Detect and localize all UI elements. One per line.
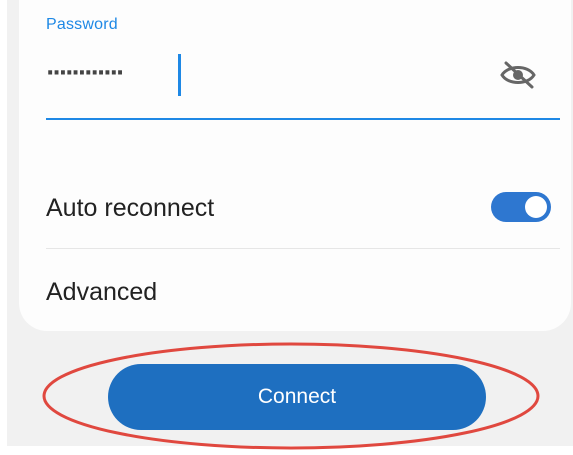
- password-underline: [46, 118, 560, 120]
- divider: [46, 248, 560, 249]
- auto-reconnect-row[interactable]: Auto reconnect: [46, 180, 560, 238]
- advanced-label: Advanced: [46, 278, 158, 306]
- network-settings-card: Password ············ Auto reconnect Adv…: [19, 0, 571, 331]
- eye-off-icon[interactable]: [496, 53, 540, 97]
- auto-reconnect-toggle[interactable]: [491, 192, 551, 222]
- wifi-connect-screen: Password ············ Auto reconnect Adv…: [7, 0, 573, 446]
- text-caret: [178, 54, 181, 96]
- toggle-knob: [525, 196, 547, 218]
- connect-button[interactable]: Connect: [108, 364, 486, 430]
- auto-reconnect-label: Auto reconnect: [46, 194, 215, 222]
- password-input[interactable]: ············: [46, 54, 124, 94]
- eye-off-icon-svg: [500, 61, 536, 89]
- password-label: Password: [46, 16, 118, 33]
- advanced-row[interactable]: Advanced: [46, 266, 560, 322]
